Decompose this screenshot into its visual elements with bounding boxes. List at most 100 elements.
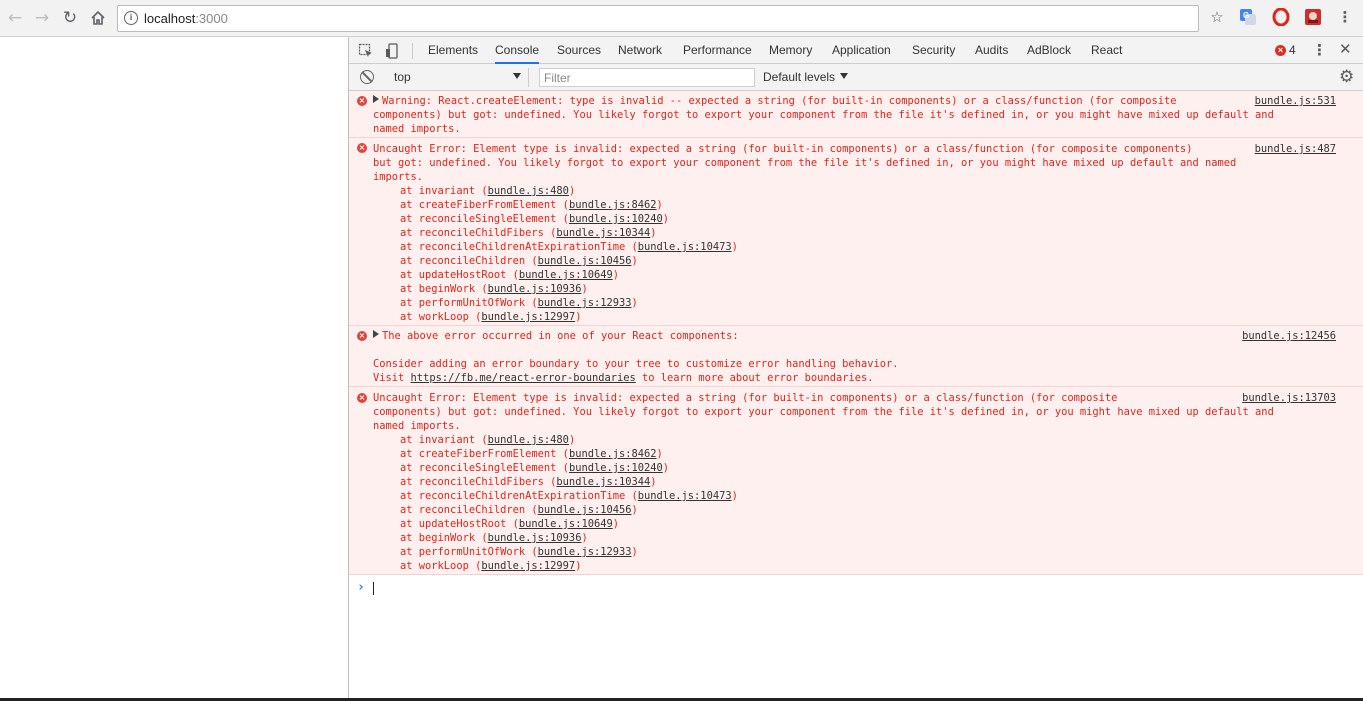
svg-text:G: G (1243, 11, 1249, 20)
stack-frame: at workLoop (bundle.js:12997) (400, 560, 582, 572)
stack-frame-link[interactable]: bundle.js:10473 (638, 241, 732, 253)
tab-sources[interactable]: Sources (557, 37, 601, 64)
prompt-chevron-icon: › (357, 580, 365, 595)
stack-frame-link[interactable]: bundle.js:12997 (481, 311, 575, 323)
console-prompt[interactable]: › (349, 579, 1363, 599)
info-icon[interactable]: i (124, 11, 138, 25)
filter-input[interactable] (539, 68, 755, 87)
stack-frame-link[interactable]: bundle.js:480 (488, 185, 569, 197)
address-bar[interactable]: i localhost:3000 (117, 5, 1199, 32)
chevron-down-icon (513, 73, 521, 79)
error-count-badge[interactable]: × 4 (1275, 43, 1296, 57)
url-text: localhost:3000 (144, 11, 228, 26)
browser-toolbar: ← → ↻ i localhost:3000 ☆ G ⋮ (0, 0, 1363, 37)
stack-frame-fn: performUnitOfWork (418, 297, 526, 309)
opera-icon[interactable] (1272, 8, 1290, 26)
stack-frame-fn: beginWork (418, 532, 476, 544)
stack-frame-fn: updateHostRoot (418, 269, 507, 281)
stack-frame: at reconcileSingleElement (bundle.js:102… (400, 462, 670, 474)
reload-button[interactable]: ↻ (58, 7, 82, 29)
home-icon (91, 10, 105, 25)
devtools-menu-icon[interactable]: ⋮ (1312, 42, 1327, 58)
inspect-element-icon[interactable] (357, 42, 375, 60)
tab-console[interactable]: Console (495, 37, 540, 64)
stack-frame-fn: createFiberFromElement (418, 199, 557, 211)
extension-icon[interactable] (1304, 8, 1322, 26)
expand-triangle-icon[interactable] (373, 330, 379, 338)
console-message: × Uncaught Error: Element type is invali… (349, 138, 1363, 326)
stack-frame-link[interactable]: bundle.js:480 (488, 434, 569, 446)
stack-frame-link[interactable]: bundle.js:12933 (538, 297, 632, 309)
gear-icon[interactable]: ⚙ (1339, 68, 1354, 86)
close-icon[interactable]: ✕ (1339, 41, 1352, 57)
device-toolbar-icon[interactable] (384, 42, 402, 60)
stack-frame: at updateHostRoot (bundle.js:10649) (400, 518, 619, 530)
stack-frame: at invariant (bundle.js:480) (400, 434, 576, 446)
google-translate-icon[interactable]: G (1239, 8, 1257, 26)
message-body: Visit (373, 372, 411, 384)
star-icon[interactable]: ☆ (1208, 8, 1226, 26)
tab-react[interactable]: React (1091, 37, 1122, 64)
stack-frame-link[interactable]: bundle.js:10649 (519, 518, 613, 530)
console-message: × Warning: React.createElement: type is … (349, 91, 1363, 138)
context-selector[interactable]: top (389, 68, 529, 87)
source-link[interactable]: bundle.js:13703 (1242, 391, 1336, 405)
stack-frame-fn: performUnitOfWork (418, 546, 526, 558)
stack-frame: at updateHostRoot (bundle.js:10649) (400, 269, 619, 281)
source-link[interactable]: bundle.js:487 (1255, 142, 1336, 156)
stack-frame-fn: invariant (418, 185, 476, 197)
source-link[interactable]: bundle.js:531 (1255, 94, 1336, 108)
message-text: Visit https://fb.me/react-error-boundari… (373, 371, 873, 385)
stack-frame-link[interactable]: bundle.js:12933 (538, 546, 632, 558)
tab-audits[interactable]: Audits (975, 37, 1008, 64)
stack-frame-link[interactable]: bundle.js:10936 (488, 283, 582, 295)
tab-application[interactable]: Application (832, 37, 891, 64)
stack-frame-fn: reconcileChildren (418, 504, 526, 516)
stack-frame: at reconcileChildrenAtExpirationTime (bu… (400, 490, 738, 502)
message-text: Warning: React.createElement: type is in… (373, 94, 1274, 136)
stack-frame-link[interactable]: bundle.js:8462 (569, 199, 657, 211)
error-icon: × (357, 96, 367, 106)
tab-elements[interactable]: Elements (428, 37, 478, 64)
stack-frame-link[interactable]: bundle.js:10649 (519, 269, 613, 281)
source-link[interactable]: bundle.js:12456 (1242, 329, 1336, 343)
url-port: :3000 (195, 11, 228, 26)
stack-frame-link[interactable]: bundle.js:10456 (538, 255, 632, 267)
stack-frame: at invariant (bundle.js:480) (400, 185, 576, 197)
stack-frame-link[interactable]: bundle.js:10936 (488, 532, 582, 544)
error-count: 4 (1289, 43, 1296, 57)
back-button[interactable]: ← (3, 7, 27, 29)
tab-memory[interactable]: Memory (769, 37, 812, 64)
tab-separator (412, 43, 413, 59)
stack-frame-link[interactable]: bundle.js:10473 (638, 490, 732, 502)
expand-triangle-icon[interactable] (373, 95, 379, 103)
error-icon: × (357, 143, 367, 153)
tab-network[interactable]: Network (618, 37, 662, 64)
clear-console-icon[interactable] (360, 70, 374, 84)
stack-frame-fn: createFiberFromElement (418, 448, 557, 460)
console-toolbar: top Default levels ⚙ (349, 64, 1363, 91)
stack-frame-link[interactable]: bundle.js:10240 (569, 213, 663, 225)
home-button[interactable] (86, 7, 110, 29)
stack-frame-link[interactable]: bundle.js:10344 (556, 476, 650, 488)
console-output: × Warning: React.createElement: type is … (349, 91, 1363, 698)
message-body: Warning: React.createElement: type is in… (373, 95, 1274, 135)
url-host: localhost (144, 11, 196, 26)
reload-icon: ↻ (62, 7, 78, 28)
docs-link[interactable]: https://fb.me/react-error-boundaries (411, 372, 636, 384)
stack-frame-link[interactable]: bundle.js:8462 (569, 448, 657, 460)
stack-trace: at invariant (bundle.js:480) at createFib… (400, 184, 738, 324)
log-levels-dropdown[interactable]: Default levels (763, 68, 835, 87)
forward-button[interactable]: → (30, 7, 54, 29)
stack-frame-link[interactable]: bundle.js:10456 (538, 504, 632, 516)
tab-security[interactable]: Security (912, 37, 955, 64)
stack-trace: at invariant (bundle.js:480) at createFib… (400, 433, 738, 573)
page-viewport (0, 37, 348, 699)
stack-frame-link[interactable]: bundle.js:10240 (569, 462, 663, 474)
tab-performance[interactable]: Performance (683, 37, 752, 64)
stack-frame-link[interactable]: bundle.js:12997 (481, 560, 575, 572)
tab-adblock[interactable]: AdBlock (1027, 37, 1071, 64)
stack-frame-link[interactable]: bundle.js:10344 (556, 227, 650, 239)
kebab-menu-icon[interactable]: ⋮ (1336, 8, 1354, 26)
stack-frame: at performUnitOfWork (bundle.js:12933) (400, 297, 638, 309)
